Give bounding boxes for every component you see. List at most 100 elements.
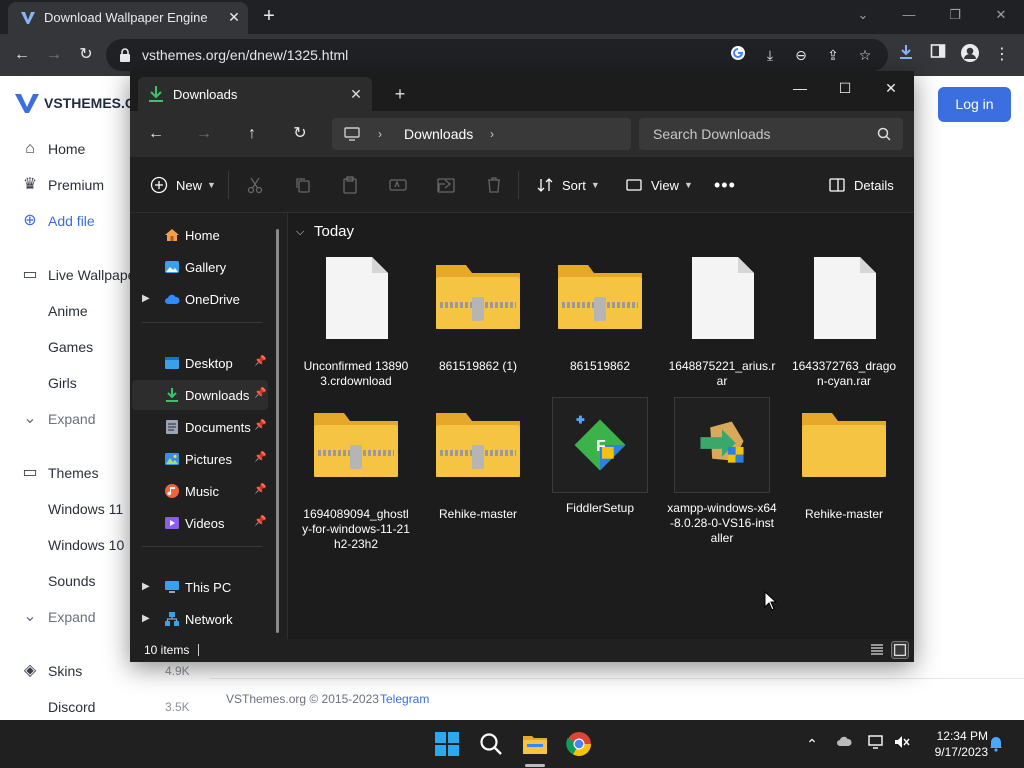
details-view-icon[interactable] — [868, 641, 886, 659]
sidebar-item-videos[interactable]: Videos 📌 — [132, 508, 268, 538]
tray-overflow-chevron-icon[interactable]: ⌃ — [802, 734, 822, 754]
sidebar-item-gallery[interactable]: Gallery — [132, 252, 268, 282]
expand-chevron-icon[interactable]: ▶ — [142, 292, 152, 306]
new-tab-button[interactable]: + — [392, 84, 408, 104]
nav-themes[interactable]: ▭ Themes — [0, 456, 130, 492]
tab-search-icon[interactable]: ⌄ — [851, 5, 875, 25]
search-icon[interactable] — [477, 730, 505, 758]
restore-button[interactable]: ❐ — [943, 5, 967, 25]
pin-icon[interactable]: 📌 — [254, 388, 266, 402]
nav-premium[interactable]: ♛ Premium — [0, 168, 130, 204]
view-button[interactable]: View ▼ — [625, 175, 693, 195]
breadcrumb-downloads[interactable]: Downloads — [404, 126, 473, 142]
nav-live-wallpapers[interactable]: ▭ Live Wallpapers — [0, 258, 147, 294]
close-window-button[interactable]: ✕ — [989, 5, 1013, 25]
pin-icon[interactable]: 📌 — [254, 356, 266, 370]
expand-chevron-icon[interactable]: ▶ — [142, 612, 152, 626]
nav-add-file[interactable]: ⊕ Add file — [0, 204, 130, 240]
notification-bell-icon[interactable] — [986, 734, 1006, 754]
cut-icon[interactable] — [245, 175, 265, 195]
reload-button[interactable]: ↻ — [74, 43, 98, 67]
new-tab-button[interactable]: + — [258, 5, 280, 27]
address-bar[interactable]: › Downloads › — [332, 118, 631, 150]
new-button[interactable]: New ▼ — [150, 175, 216, 195]
sidebar-item-onedrive[interactable]: ▶ OneDrive — [132, 284, 268, 314]
footer-telegram-link[interactable]: Telegram — [380, 692, 429, 706]
breadcrumb-chevron-icon[interactable]: › — [490, 125, 500, 143]
pin-icon[interactable]: 📌 — [254, 484, 266, 498]
chrome-menu-icon[interactable]: ⋮ — [990, 43, 1014, 67]
install-app-icon[interactable]: ⤓ — [759, 45, 781, 65]
nav-games[interactable]: Games — [0, 330, 130, 366]
sidebar-item-music[interactable]: Music 📌 — [132, 476, 268, 506]
browser-tab[interactable]: Download Wallpaper Engine ✕ — [8, 2, 248, 34]
breadcrumb-chevron-icon[interactable]: › — [378, 125, 388, 143]
close-tab-icon[interactable]: ✕ — [348, 85, 364, 103]
copy-icon[interactable] — [293, 175, 313, 195]
file-item[interactable]: Rehike-master — [423, 403, 533, 553]
pin-icon[interactable]: 📌 — [254, 452, 266, 466]
file-item[interactable]: 1643372763_dragon-cyan.rar — [789, 255, 899, 405]
share-icon[interactable]: ⇪ — [822, 45, 844, 65]
group-header-today[interactable]: ⌵ Today — [296, 223, 354, 240]
bookmark-star-icon[interactable]: ☆ — [854, 45, 876, 65]
file-item[interactable]: 1694089094_ghostly-for-windows-11-21h2-2… — [301, 403, 411, 553]
back-button[interactable]: ← — [146, 124, 166, 144]
volume-muted-icon[interactable] — [892, 734, 912, 754]
back-button[interactable]: ← — [10, 43, 34, 67]
sidebar-item-home[interactable]: Home — [132, 220, 268, 250]
sidebar-scrollbar[interactable] — [276, 229, 279, 633]
nav-windows-11[interactable]: Windows 11 — [0, 492, 130, 528]
details-pane-button[interactable]: Details — [828, 175, 894, 195]
network-tray-icon[interactable] — [866, 734, 886, 754]
nav-sounds[interactable]: Sounds — [0, 564, 130, 600]
file-item[interactable]: F FiddlerSetup — [545, 397, 655, 547]
refresh-button[interactable]: ↻ — [290, 124, 310, 144]
downloads-button[interactable] — [894, 43, 918, 67]
forward-button[interactable]: → — [42, 43, 66, 67]
file-item[interactable]: Rehike-master — [789, 403, 899, 553]
search-input[interactable]: Search Downloads — [639, 118, 903, 150]
large-icons-view-icon[interactable] — [891, 641, 909, 659]
forward-button[interactable]: → — [194, 124, 214, 144]
pin-icon[interactable]: 📌 — [254, 516, 266, 530]
chrome-taskbar-icon[interactable] — [565, 730, 593, 758]
sort-button[interactable]: Sort ▼ — [536, 175, 600, 195]
nav-windows-10[interactable]: Windows 10 — [0, 528, 130, 564]
side-panel-icon[interactable] — [926, 43, 950, 67]
file-item[interactable]: xampp-windows-x64-8.0.28-0-VS16-installe… — [667, 397, 777, 547]
rename-icon[interactable] — [388, 175, 408, 195]
explorer-tab-downloads[interactable]: Downloads ✕ — [138, 77, 372, 111]
minimize-button[interactable]: — — [897, 5, 921, 25]
nav-girls[interactable]: Girls — [0, 366, 130, 402]
nav-expand-wallpapers[interactable]: ⌄ Expand — [0, 402, 130, 438]
file-item[interactable]: 1648875221_arius.rar — [667, 255, 777, 405]
profile-avatar[interactable] — [958, 43, 982, 67]
close-window-button[interactable]: ✕ — [878, 77, 904, 99]
sidebar-item-documents[interactable]: Documents 📌 — [132, 412, 268, 442]
share-icon[interactable] — [436, 175, 456, 195]
nav-home[interactable]: ⌂ Home — [0, 132, 130, 168]
sidebar-item-this-pc[interactable]: ▶ This PC — [132, 572, 268, 602]
sidebar-item-desktop[interactable]: Desktop 📌 — [132, 348, 268, 378]
up-button[interactable]: ↑ — [242, 124, 262, 144]
address-bar[interactable]: vsthemes.org/en/dnew/1325.html ⤓ ⊖ ⇪ ☆ — [106, 39, 888, 71]
sidebar-item-network[interactable]: ▶ Network — [132, 604, 268, 634]
minimize-button[interactable]: — — [787, 77, 813, 99]
delete-icon[interactable] — [484, 175, 504, 195]
google-lens-icon[interactable] — [727, 45, 749, 65]
maximize-button[interactable]: ☐ — [832, 77, 858, 99]
file-item[interactable]: Unconfirmed 138903.crdownload — [301, 255, 411, 405]
file-explorer-taskbar-icon[interactable] — [521, 730, 549, 758]
onedrive-tray-icon[interactable] — [835, 734, 855, 754]
nav-anime[interactable]: Anime — [0, 294, 130, 330]
paste-icon[interactable] — [340, 175, 360, 195]
system-clock[interactable]: 12:34 PM 9/17/2023 — [918, 728, 988, 760]
file-item[interactable]: 861519862 (1) — [423, 255, 533, 405]
login-button[interactable]: Log in — [938, 87, 1011, 122]
nav-expand-themes[interactable]: ⌄ Expand — [0, 600, 130, 636]
start-windows-icon[interactable] — [433, 730, 461, 758]
close-tab-icon[interactable]: ✕ — [226, 8, 242, 26]
more-options-icon[interactable]: ••• — [714, 175, 736, 195]
pin-icon[interactable]: 📌 — [254, 420, 266, 434]
